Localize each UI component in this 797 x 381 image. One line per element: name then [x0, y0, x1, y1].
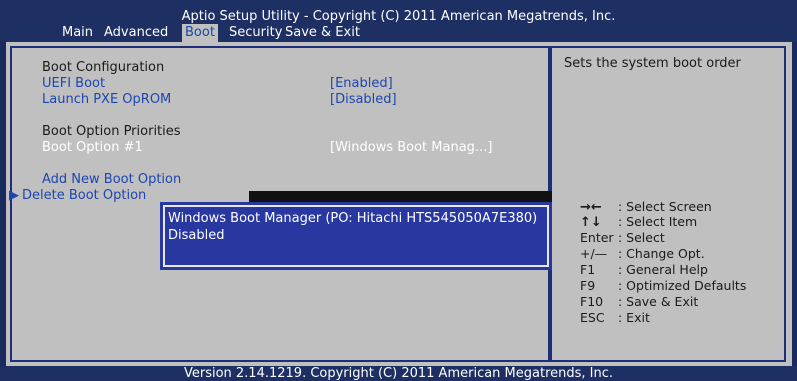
boot-configuration-heading: Boot Configuration	[42, 60, 165, 75]
help-key-desc: : Select Item	[618, 214, 698, 229]
help-key-row: F10 : Save & Exit	[580, 294, 698, 309]
help-key-row: F9 : Optimized Defaults	[580, 278, 746, 293]
help-key-row: F1 : General Help	[580, 262, 708, 277]
help-key-row: Enter : Select	[580, 230, 665, 245]
help-key-desc: : Change Opt.	[618, 246, 705, 261]
help-key-desc: : Select Screen	[618, 199, 712, 214]
help-key-name: Enter	[580, 230, 614, 245]
help-key-name: ESC	[580, 310, 605, 325]
boot-option1-label[interactable]: Boot Option #1	[42, 140, 143, 155]
popup-option-line1[interactable]: Windows Boot Manager (PO: Hitachi HTS545…	[168, 211, 537, 226]
help-key-row: ↑↓ : Select Item	[580, 214, 697, 230]
add-new-boot-option[interactable]: Add New Boot Option	[42, 172, 181, 187]
tab-security[interactable]: Security	[226, 24, 285, 42]
tab-main[interactable]: Main	[59, 24, 96, 42]
boot-option1-value[interactable]: [Windows Boot Manag...]	[330, 140, 492, 155]
help-key-desc: : General Help	[618, 262, 708, 277]
help-key-desc: : Exit	[618, 310, 650, 325]
uefi-boot-label[interactable]: UEFI Boot	[42, 76, 105, 91]
left-right-arrows-icon: →←	[580, 200, 602, 215]
help-key-row: ESC : Exit	[580, 310, 650, 325]
title-bar: Aptio Setup Utility - Copyright (C) 2011…	[0, 0, 797, 42]
popup-option-line2[interactable]: Disabled	[168, 228, 224, 243]
help-description: Sets the system boot order	[564, 56, 741, 71]
tab-save-exit[interactable]: Save & Exit	[282, 24, 363, 42]
app-title: Aptio Setup Utility - Copyright (C) 2011…	[181, 9, 616, 24]
boot-option-priorities-heading: Boot Option Priorities	[42, 124, 181, 139]
help-key-desc: : Optimized Defaults	[618, 278, 747, 293]
help-key-name: F1	[580, 262, 596, 277]
footer-version: Version 2.14.1219. Copyright (C) 2011 Am…	[0, 366, 797, 381]
uefi-boot-value[interactable]: [Enabled]	[330, 76, 393, 91]
help-key-name: F10	[580, 294, 604, 309]
delete-boot-option[interactable]: Delete Boot Option	[22, 188, 146, 203]
popup-frame: Windows Boot Manager (PO: Hitachi HTS545…	[163, 205, 549, 267]
help-key-row: +/— : Change Opt.	[580, 246, 705, 261]
help-key-name: F9	[580, 278, 596, 293]
help-key-desc: : Save & Exit	[618, 294, 699, 309]
help-key-desc: : Select	[618, 230, 665, 245]
up-down-arrows-icon: ↑↓	[580, 215, 602, 230]
boot-option-popup[interactable]: Windows Boot Manager (PO: Hitachi HTS545…	[160, 202, 552, 270]
launch-pxe-label[interactable]: Launch PXE OpROM	[42, 92, 171, 107]
tab-advanced[interactable]: Advanced	[101, 24, 171, 42]
help-key-name: +/—	[580, 246, 608, 261]
launch-pxe-value[interactable]: [Disabled]	[330, 92, 397, 107]
tab-boot[interactable]: Boot	[182, 24, 218, 42]
help-key-row: →← : Select Screen	[580, 199, 712, 215]
selected-arrow-icon: ▶	[9, 188, 19, 203]
